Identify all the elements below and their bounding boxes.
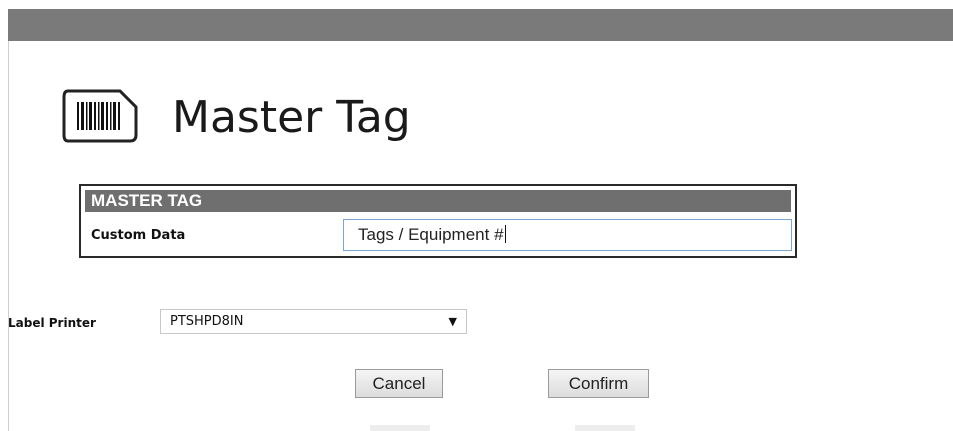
label-printer-select[interactable]: PTSHPD8IN ▼ (160, 309, 467, 334)
page-title: Master Tag (172, 92, 411, 143)
triangle-down-icon: ▼ (448, 315, 457, 328)
panel-header: MASTER TAG (85, 190, 791, 212)
custom-data-value: Tags / Equipment # (358, 225, 504, 244)
label-printer-value: PTSHPD8IN (170, 314, 244, 329)
cancel-button[interactable]: Cancel (355, 369, 443, 398)
cancel-button-reflection (370, 425, 430, 431)
custom-data-label: Custom Data (91, 228, 186, 243)
text-caret (504, 225, 506, 243)
confirm-button[interactable]: Confirm (548, 369, 649, 398)
barcode-icon (62, 89, 138, 143)
left-divider (8, 41, 9, 431)
top-bar (8, 9, 953, 41)
master-tag-panel: MASTER TAG Custom Data Tags / Equipment … (79, 184, 797, 258)
label-printer-label: Label Printer (8, 316, 96, 330)
confirm-button-reflection (575, 425, 635, 431)
custom-data-input[interactable]: Tags / Equipment # (343, 219, 792, 251)
